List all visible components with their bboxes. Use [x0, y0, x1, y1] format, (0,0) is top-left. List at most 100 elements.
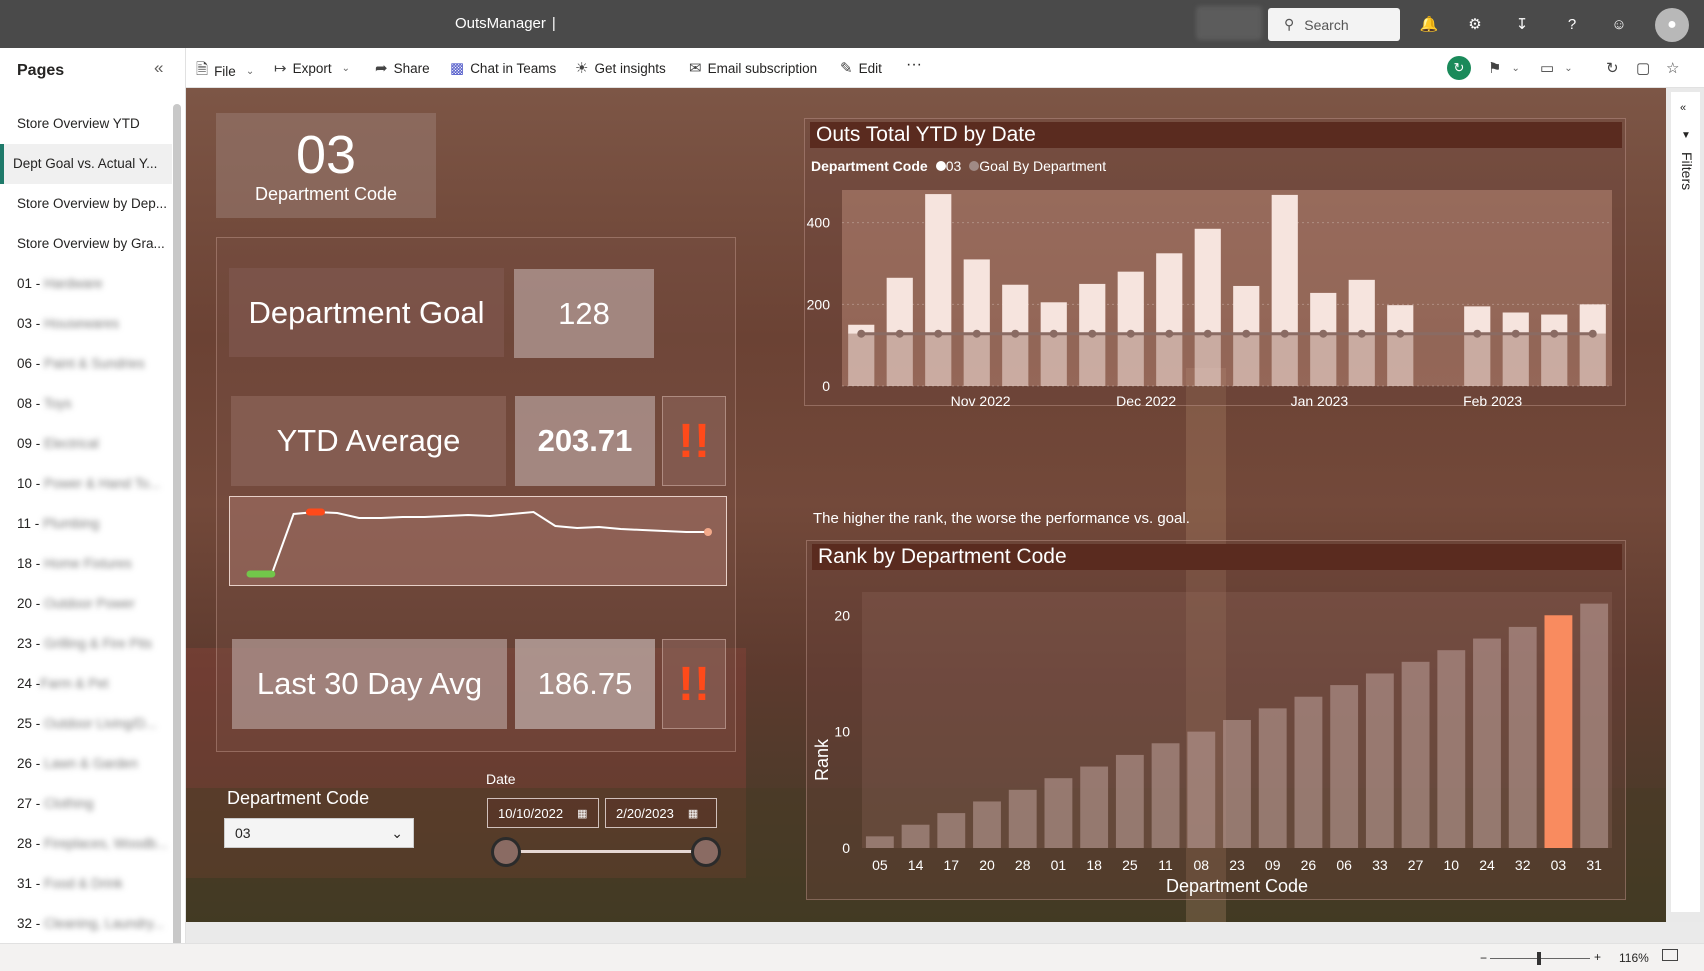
ytd-average-label: YTD Average — [231, 396, 506, 486]
y-tick-label: 20 — [834, 607, 850, 623]
chevron-down-icon: ⌄ — [1564, 62, 1573, 74]
chevron-left-icon[interactable]: « — [1680, 102, 1686, 114]
sidebar-page-item[interactable]: Dept Goal vs. Actual Y... — [0, 144, 172, 184]
x-tick-label: 17 — [943, 857, 959, 873]
download-icon[interactable]: ↧ — [1510, 12, 1534, 36]
bar-03-lower — [1194, 333, 1221, 386]
page-item-blurred-label: Fireplaces, Woodb... — [44, 836, 168, 851]
goal-point — [895, 329, 904, 338]
edit-button[interactable]: ✎ Edit — [840, 59, 882, 77]
page-item-blurred-label: Farm & Pet — [40, 676, 109, 691]
legend-item-03[interactable]: 03 — [935, 158, 962, 174]
user-icon[interactable]: ● — [1655, 8, 1689, 42]
sidebar-page-item[interactable]: Store Overview by Dep... — [0, 184, 172, 224]
view-icon: ▭ — [1540, 60, 1555, 77]
sidebar-scrollbar[interactable] — [173, 104, 181, 954]
mail-icon: ✉ — [689, 60, 702, 77]
workspace-chip[interactable] — [1196, 6, 1262, 40]
bar-03 — [1310, 292, 1337, 334]
x-tick-label: 23 — [1229, 857, 1245, 873]
zoom-in-button[interactable]: + — [1594, 950, 1601, 964]
sidebar-page-item[interactable]: Store Overview by Gra... — [0, 224, 172, 264]
pages-title: Pages — [17, 62, 65, 79]
x-tick-label: 32 — [1515, 857, 1531, 873]
search-input[interactable]: ⚲ Search — [1268, 8, 1400, 41]
rank-bar — [1223, 720, 1251, 848]
x-tick-label: 01 — [1051, 857, 1067, 873]
sidebar-page-item[interactable]: 18 - Home Fixtures — [0, 544, 172, 584]
goal-point — [1011, 329, 1020, 338]
chat-in-teams-button[interactable]: ▩ Chat in Teams — [450, 59, 556, 77]
sidebar-page-item[interactable]: 27 - Clothing — [0, 784, 172, 824]
sidebar-page-item[interactable]: 32 - Cleaning, Laundry... — [0, 904, 172, 944]
bar-03 — [1233, 285, 1260, 334]
page-item-blurred-label: Grilling & Fire Pits — [44, 636, 153, 651]
smiley-icon[interactable]: ☺ — [1607, 12, 1631, 36]
bar-03 — [1040, 302, 1067, 334]
export-menu-button[interactable]: ↦ Export ⌄ — [274, 59, 350, 77]
goal-point — [1473, 329, 1482, 338]
bell-icon[interactable]: 🔔 — [1417, 12, 1441, 36]
chevron-down-icon: ⌄ — [245, 66, 255, 77]
page-item-label: Store Overview by Gra... — [17, 236, 165, 251]
sidebar-page-item[interactable]: 28 - Fireplaces, Woodb... — [0, 824, 172, 864]
zoom-slider-handle[interactable] — [1537, 952, 1541, 965]
date-range-end-handle[interactable] — [691, 837, 721, 867]
bookmark-button[interactable]: ⚑ ⌄ — [1488, 59, 1520, 77]
help-icon[interactable]: ? — [1560, 12, 1584, 36]
refresh-button[interactable]: ↻ — [1606, 59, 1619, 77]
get-insights-button[interactable]: ☀ Get insights — [575, 59, 666, 77]
x-tick-label: 09 — [1265, 857, 1281, 873]
page-item-blurred-label: Outdoor Power — [44, 596, 135, 611]
more-options-button[interactable]: ··· — [906, 56, 922, 74]
fit-to-page-icon[interactable] — [1662, 949, 1678, 961]
sidebar-page-item[interactable]: 09 - Electrical — [0, 424, 172, 464]
last-30-alert-indicator: !! — [662, 639, 726, 729]
sidebar-page-item[interactable]: 24 -Farm & Pet — [0, 664, 172, 704]
sidebar-page-item[interactable]: 06 - Paint & Sundries — [0, 344, 172, 384]
sidebar-page-item[interactable]: 08 - Toys — [0, 384, 172, 424]
department-code-dropdown[interactable]: 03 ⌄ — [224, 818, 414, 848]
legend-item-goal[interactable]: Goal By Department — [969, 158, 1106, 174]
rank-bar — [1508, 626, 1537, 848]
view-button[interactable]: ▭ ⌄ — [1540, 59, 1573, 77]
share-button[interactable]: ➦ Share — [375, 59, 430, 77]
date-end-input[interactable]: 2/20/2023 ▦ — [605, 798, 717, 828]
sidebar-page-item[interactable]: 23 - Grilling & Fire Pits — [0, 624, 172, 664]
favorite-button[interactable]: ☆ — [1666, 59, 1679, 77]
app-header: OutsManager | ⚲ Search 🔔 ⚙ ↧ ? ☺ ● — [0, 0, 1704, 48]
sidebar-page-item[interactable]: 20 - Outdoor Power — [0, 584, 172, 624]
sidebar-page-item[interactable]: 01 - Hardware — [0, 264, 172, 304]
comment-button[interactable]: ▢ — [1636, 59, 1650, 77]
zoom-out-button[interactable]: − — [1480, 951, 1487, 965]
page-item-code: 10 - — [17, 476, 45, 491]
sidebar-page-item[interactable]: 25 - Outdoor Living/D... — [0, 704, 172, 744]
date-range-start-handle[interactable] — [491, 837, 521, 867]
page-item-code: 27 - — [17, 796, 45, 811]
goal-point — [1280, 329, 1289, 338]
sidebar-page-item[interactable]: 11 - Plumbing — [0, 504, 172, 544]
file-menu-button[interactable]: 🗎 File ⌄ — [196, 59, 254, 84]
filters-pane[interactable]: « ▼ Filters — [1671, 92, 1700, 912]
goal-point — [1049, 329, 1058, 338]
teams-icon: ▩ — [450, 60, 465, 77]
sidebar-page-item[interactable]: 03 - Housewares — [0, 304, 172, 344]
page-item-blurred-label: Power & Hand To... — [44, 476, 161, 491]
date-start-input[interactable]: 10/10/2022 ▦ — [487, 798, 599, 828]
bar-03 — [1117, 271, 1144, 334]
goal-point — [1126, 329, 1135, 338]
sparkline-path — [250, 510, 708, 575]
sidebar-page-item[interactable]: 10 - Power & Hand To... — [0, 464, 172, 504]
page-item-label: Dept Goal vs. Actual Y... — [13, 156, 158, 171]
goal-point — [1242, 329, 1251, 338]
sidebar-page-item[interactable]: Store Overview YTD — [0, 104, 172, 144]
sidebar-page-item[interactable]: 26 - Lawn & Garden — [0, 744, 172, 784]
sidebar-page-item[interactable]: 31 - Food & Drink — [0, 864, 172, 904]
sync-icon[interactable]: ↻ — [1447, 56, 1471, 80]
legend-label: 03 — [945, 158, 962, 174]
email-subscription-button[interactable]: ✉ Email subscription — [689, 59, 817, 77]
ytd-average-value: 203.71 — [515, 396, 655, 486]
double-chevron-left-icon[interactable]: « — [154, 58, 163, 78]
rank-bar — [973, 801, 1001, 848]
gear-icon[interactable]: ⚙ — [1463, 12, 1487, 36]
